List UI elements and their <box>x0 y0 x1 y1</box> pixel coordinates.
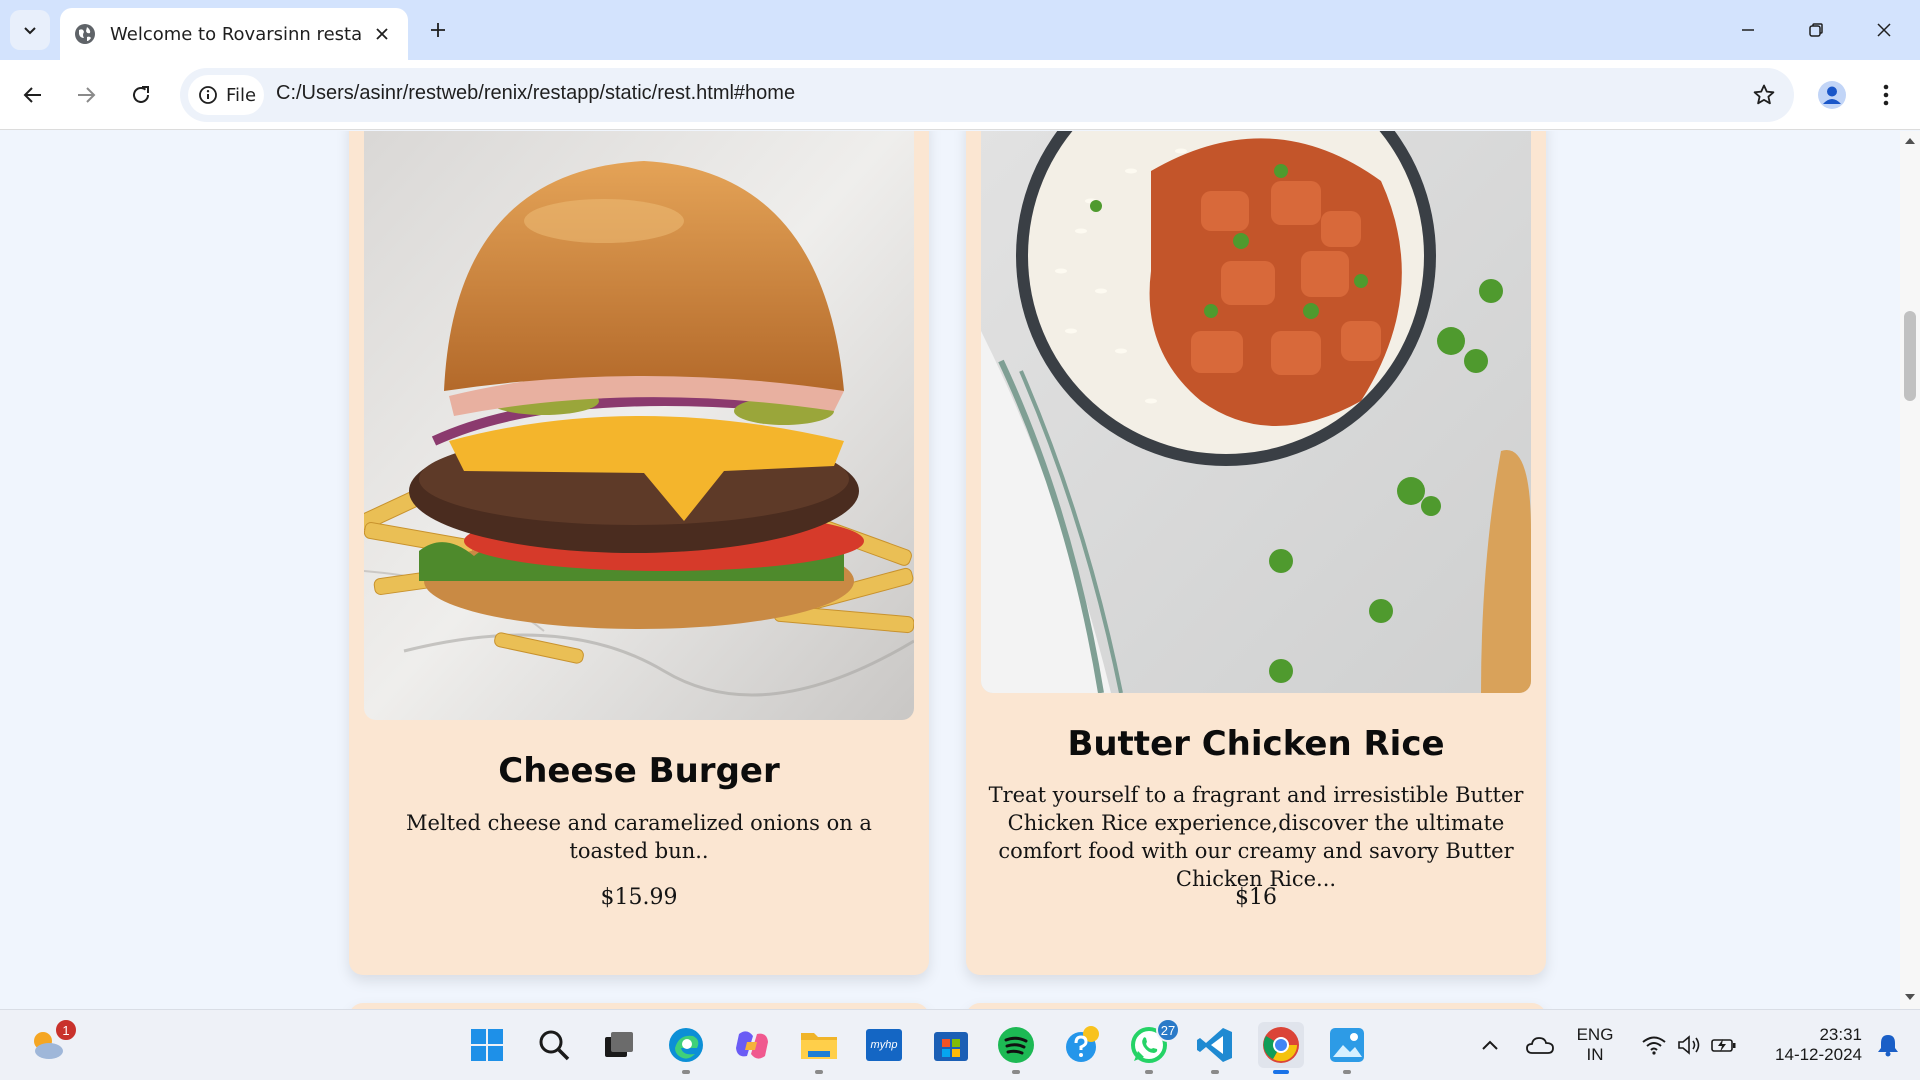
minimize-icon <box>1742 29 1754 31</box>
card-description: Melted cheese and caramelized onions on … <box>406 811 872 863</box>
browser-menu-button[interactable] <box>1868 75 1904 115</box>
scrollbar-thumb[interactable] <box>1904 311 1916 401</box>
scroll-down-icon[interactable] <box>1905 993 1915 1001</box>
scroll-up-icon[interactable] <box>1905 137 1915 145</box>
page-viewport: Cheese Burger Melted cheese and carameli… <box>0 131 1900 1009</box>
edge-icon <box>669 1028 703 1062</box>
card-description: Treat yourself to a fragrant and irresis… <box>988 783 1524 891</box>
onedrive-button[interactable] <box>1518 1022 1562 1068</box>
weather-widget[interactable]: 1 <box>24 1018 78 1068</box>
file-explorer-app[interactable] <box>796 1022 842 1074</box>
card-price: $15.99 <box>600 885 678 910</box>
store-icon <box>934 1032 968 1061</box>
start-button[interactable] <box>464 1022 510 1068</box>
copilot-app[interactable] <box>729 1022 775 1068</box>
reload-button[interactable] <box>121 75 161 115</box>
clock-time: 23:31 <box>1819 1025 1862 1044</box>
chevron-down-icon <box>24 27 36 35</box>
notifications-button[interactable] <box>1868 1022 1908 1068</box>
photos-icon <box>1330 1028 1364 1062</box>
get-help-app[interactable] <box>1060 1022 1106 1068</box>
butter-chicken-rice-photo <box>981 131 1531 693</box>
quick-settings-button[interactable] <box>1632 1022 1746 1068</box>
site-info-chip[interactable]: File <box>188 75 264 115</box>
close-tab-button[interactable] <box>370 22 394 46</box>
close-icon <box>1877 23 1891 37</box>
info-icon <box>199 86 217 104</box>
plus-icon <box>431 23 445 37</box>
search-icon <box>539 1030 570 1061</box>
browser-tab-active[interactable]: Welcome to Rovarsinn restaura <box>60 8 408 60</box>
chevron-up-icon <box>1482 1040 1498 1050</box>
menu-card-butter-chicken-rice[interactable]: Butter Chicken Rice Treat yourself to a … <box>966 131 1546 975</box>
globe-icon <box>75 24 95 44</box>
site-info-label: File <box>226 84 257 106</box>
vscode-app[interactable] <box>1192 1022 1238 1074</box>
restore-button[interactable] <box>1792 8 1840 52</box>
arrow-right-icon <box>78 87 96 103</box>
chrome-icon <box>1263 1027 1299 1063</box>
windows-taskbar: 1 myhp 27 ENG IN 23:31 14-12-2024 <box>0 1009 1920 1080</box>
card-price: $16 <box>1235 885 1277 910</box>
clock-date: 14-12-2024 <box>1775 1045 1862 1064</box>
hp-logo-icon: myhp <box>866 1029 902 1061</box>
notification-badge: 1 <box>54 1018 78 1042</box>
cheese-burger-photo <box>364 131 914 720</box>
spotify-icon <box>998 1027 1034 1063</box>
task-view-button[interactable] <box>596 1022 642 1068</box>
volume-icon <box>1678 1035 1700 1055</box>
avatar-icon <box>1818 81 1846 109</box>
spotify-app[interactable] <box>993 1022 1039 1074</box>
wifi-icon <box>1642 1036 1666 1055</box>
back-button[interactable] <box>13 75 53 115</box>
help-icon <box>1066 1026 1099 1062</box>
cloud-icon <box>1526 1037 1554 1054</box>
battery-icon <box>1711 1039 1736 1052</box>
edge-app[interactable] <box>663 1022 709 1074</box>
tab-title: Welcome to Rovarsinn restaura <box>110 23 362 45</box>
star-icon <box>1753 84 1775 105</box>
hp-logo-label: myhp <box>870 1039 898 1051</box>
bell-icon <box>1878 1035 1898 1057</box>
myhp-app[interactable]: myhp <box>861 1022 907 1068</box>
menu-card-cheese-burger[interactable]: Cheese Burger Melted cheese and carameli… <box>349 131 929 975</box>
arrow-left-icon <box>23 87 41 103</box>
bookmark-button[interactable] <box>1746 77 1782 113</box>
taskbar-search-button[interactable] <box>531 1022 577 1068</box>
address-bar[interactable]: File C:/Users/asinr/restweb/renix/restap… <box>180 68 1794 122</box>
new-tab-button[interactable] <box>422 14 454 46</box>
restore-icon <box>1809 23 1823 37</box>
profile-button[interactable] <box>1812 75 1852 115</box>
show-hidden-icons-button[interactable] <box>1468 1022 1512 1068</box>
language-label: ENG <box>1576 1025 1614 1044</box>
chrome-app[interactable] <box>1258 1022 1304 1074</box>
browser-toolbar: File C:/Users/asinr/restweb/renix/restap… <box>0 60 1920 130</box>
reload-icon <box>133 86 149 103</box>
more-vert-icon <box>1883 84 1889 106</box>
copilot-icon <box>736 1031 768 1059</box>
windows-logo-icon <box>471 1029 503 1061</box>
forward-button[interactable] <box>66 75 106 115</box>
whatsapp-app[interactable]: 27 <box>1126 1018 1180 1074</box>
notification-badge: 27 <box>1156 1018 1180 1042</box>
tab-search-button[interactable] <box>10 10 50 50</box>
card-title: Cheese Burger <box>498 751 780 791</box>
language-switch[interactable]: ENG IN <box>1570 1022 1620 1068</box>
close-icon <box>376 28 388 40</box>
photos-app[interactable] <box>1324 1022 1370 1074</box>
url-text[interactable]: C:/Users/asinr/restweb/renix/restapp/sta… <box>276 82 795 105</box>
clock[interactable]: 23:31 14-12-2024 <box>1752 1022 1862 1068</box>
region-label: IN <box>1586 1045 1604 1064</box>
tab-strip: Welcome to Rovarsinn restaura <box>0 0 1920 60</box>
page-scrollbar[interactable] <box>1900 131 1920 1009</box>
task-view-icon <box>605 1032 633 1057</box>
microsoft-store-app[interactable] <box>928 1022 974 1068</box>
close-window-button[interactable] <box>1860 8 1908 52</box>
minimize-button[interactable] <box>1724 8 1772 52</box>
vscode-icon <box>1197 1028 1232 1062</box>
folder-icon <box>801 1033 837 1059</box>
card-title: Butter Chicken Rice <box>1067 724 1445 764</box>
